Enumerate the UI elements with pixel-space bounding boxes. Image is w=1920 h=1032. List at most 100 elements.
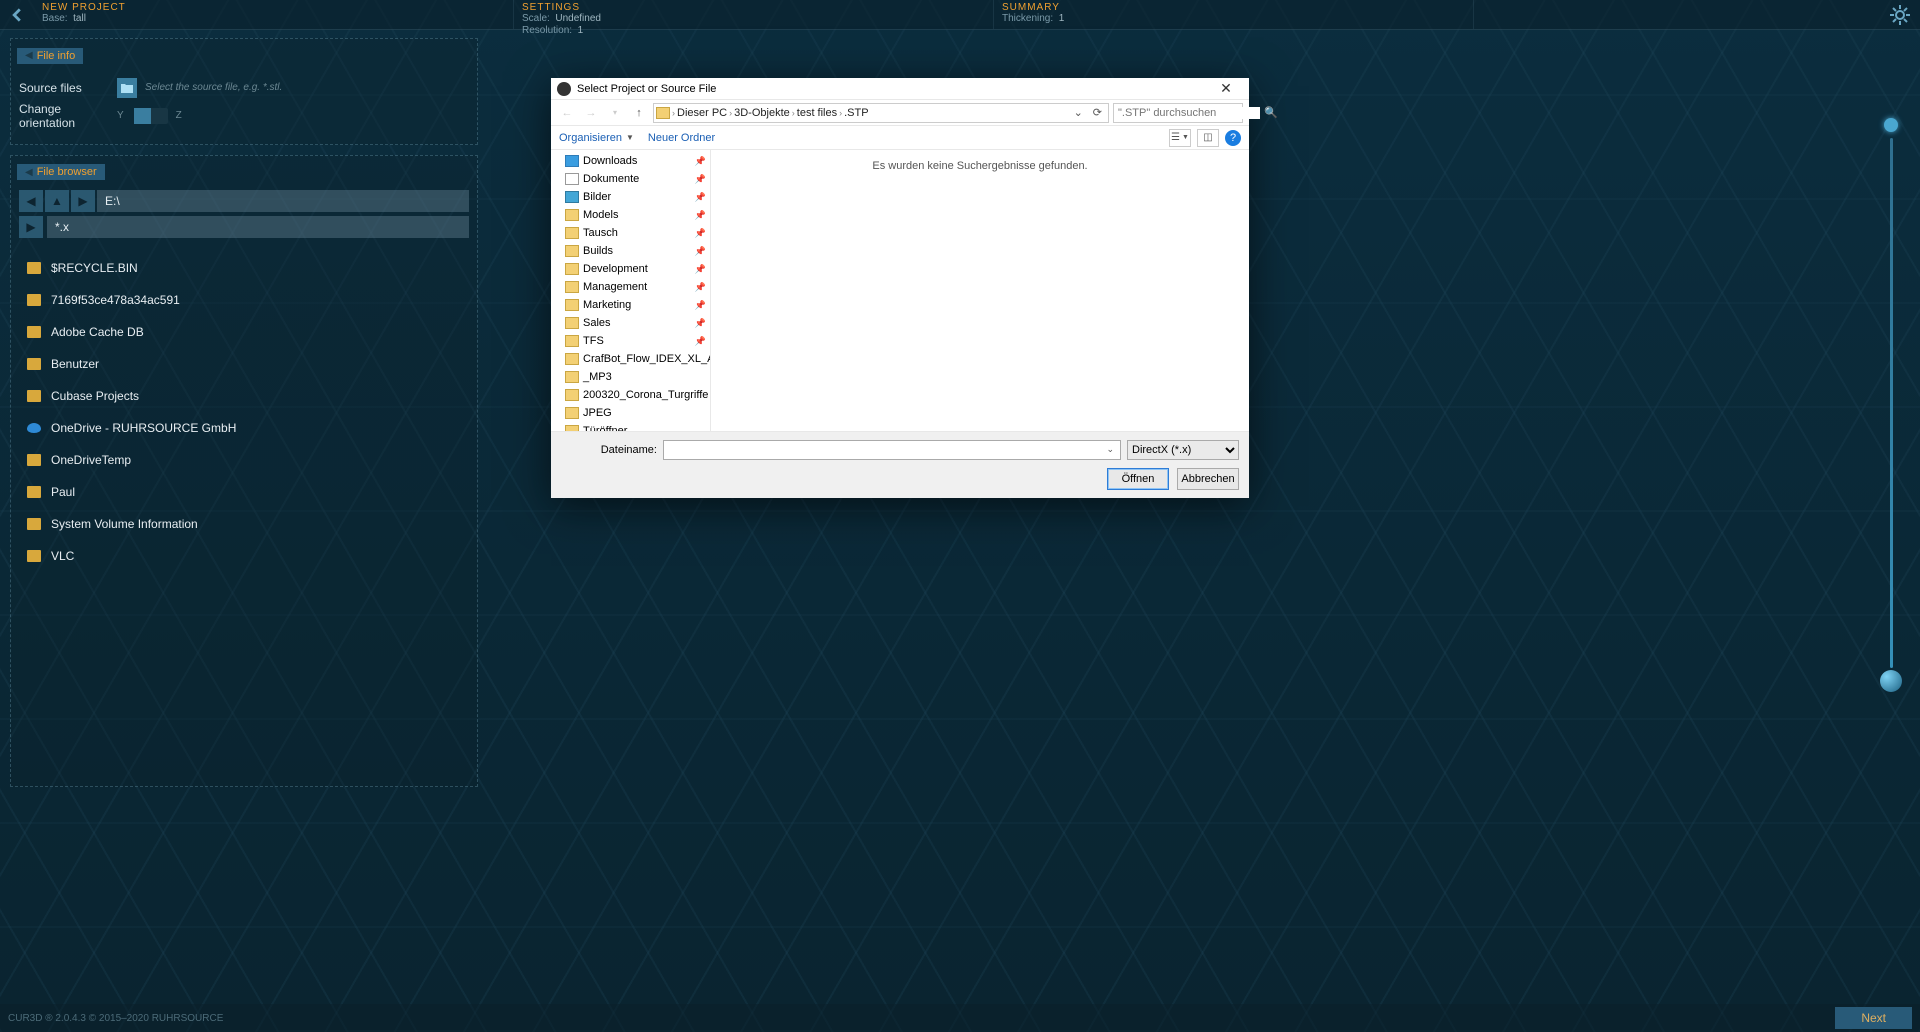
tree-node[interactable]: JPEG	[551, 404, 710, 422]
view-mode-button[interactable]: ☰▼	[1169, 129, 1191, 147]
pin-icon: 📌	[695, 318, 706, 329]
breadcrumb-dropdown[interactable]: ⌄	[1070, 106, 1087, 119]
chevron-right-icon: ›	[839, 108, 842, 118]
file-view-area[interactable]: Es wurden keine Suchergebnisse gefunden.	[711, 150, 1249, 431]
list-item[interactable]: VLC	[27, 540, 465, 572]
chevron-left-icon: ◀	[25, 167, 33, 178]
breadcrumb-item[interactable]: test files	[797, 107, 837, 119]
axis-bottom-handle[interactable]	[1880, 670, 1902, 692]
browse-source-button[interactable]	[117, 78, 137, 98]
tree-node[interactable]: Sales📌	[551, 314, 710, 332]
left-column: ◀ File info Source files Select the sour…	[10, 38, 478, 797]
tree-node[interactable]: Bilder📌	[551, 188, 710, 206]
version-label: CUR3D ® 2.0.4.3 © 2015–2020 RUHRSOURCE	[8, 1013, 223, 1024]
help-button[interactable]: ?	[1225, 130, 1241, 146]
file-open-dialog: Select Project or Source File ✕ ← → ▾ ↑ …	[551, 78, 1249, 498]
open-button[interactable]: Öffnen	[1107, 468, 1169, 490]
close-button[interactable]: ✕	[1209, 80, 1243, 97]
file-info-header[interactable]: ◀ File info	[17, 48, 83, 64]
list-item[interactable]: $RECYCLE.BIN	[27, 252, 465, 284]
folder-icon	[27, 454, 41, 466]
tree-node-label: Models	[583, 209, 618, 221]
nav-forward-button[interactable]: ▶	[71, 190, 95, 212]
nav-back-button[interactable]: ◀	[19, 190, 43, 212]
list-item[interactable]: Cubase Projects	[27, 380, 465, 412]
list-item[interactable]: Adobe Cache DB	[27, 316, 465, 348]
tree-node[interactable]: Dokumente📌	[551, 170, 710, 188]
tree-node[interactable]: Builds📌	[551, 242, 710, 260]
list-item[interactable]: Benutzer	[27, 348, 465, 380]
breadcrumb-item[interactable]: .STP	[844, 107, 868, 119]
path-input[interactable]	[97, 190, 469, 212]
tab-new-project[interactable]: NEW PROJECT Base: tall	[34, 0, 514, 29]
dialog-titlebar[interactable]: Select Project or Source File ✕	[551, 78, 1249, 100]
footer-bar: CUR3D ® 2.0.4.3 © 2015–2020 RUHRSOURCE N…	[0, 1004, 1920, 1032]
settings-gear-button[interactable]	[1880, 0, 1920, 29]
filter-go-button[interactable]: ▶	[19, 216, 43, 238]
file-info-panel: ◀ File info Source files Select the sour…	[10, 38, 478, 145]
dialog-title: Select Project or Source File	[577, 83, 1203, 95]
axis-top-handle[interactable]	[1884, 118, 1898, 132]
nav-recent-dropdown[interactable]: ▾	[605, 108, 625, 117]
filter-input[interactable]	[47, 216, 469, 238]
orientation-toggle[interactable]	[134, 108, 168, 124]
tree-node[interactable]: Development📌	[551, 260, 710, 278]
search-input[interactable]	[1118, 107, 1260, 119]
nav-up-button[interactable]: ↑	[629, 107, 649, 119]
tab-summary[interactable]: SUMMARY Thickening: 1	[994, 0, 1474, 29]
list-item[interactable]: 7169f53ce478a34ac591	[27, 284, 465, 316]
search-icon: 🔍	[1264, 106, 1278, 119]
folder-icon	[27, 326, 41, 338]
nav-back-button[interactable]: ←	[557, 107, 577, 119]
breadcrumb-item[interactable]: Dieser PC	[677, 107, 727, 119]
folder-icon	[121, 83, 133, 93]
tree-node[interactable]: Marketing📌	[551, 296, 710, 314]
breadcrumb-bar[interactable]: › Dieser PC › 3D-Objekte › test files › …	[653, 103, 1109, 123]
file-browser-header[interactable]: ◀ File browser	[17, 164, 105, 180]
tab-settings[interactable]: SETTINGS Scale: Undefined Resolution: 1	[514, 0, 994, 29]
filename-input[interactable]	[664, 441, 1104, 459]
folder-tree[interactable]: Downloads📌Dokumente📌Bilder📌Models📌Tausch…	[551, 150, 711, 431]
folder-icon	[27, 262, 41, 274]
preview-pane-button[interactable]: ◫	[1197, 129, 1219, 147]
nav-forward-button[interactable]: →	[581, 107, 601, 119]
new-folder-button[interactable]: Neuer Ordner	[648, 132, 715, 144]
list-item-label: $RECYCLE.BIN	[51, 261, 138, 275]
pin-icon: 📌	[695, 282, 706, 293]
folder-icon	[565, 227, 579, 239]
organize-menu[interactable]: Organisieren▼	[559, 132, 634, 144]
list-item[interactable]: Paul	[27, 476, 465, 508]
file-type-filter[interactable]: DirectX (*.x)	[1127, 440, 1239, 460]
filename-combo[interactable]: ⌄	[663, 440, 1121, 460]
list-item[interactable]: System Volume Information	[27, 508, 465, 540]
list-item-label: Cubase Projects	[51, 389, 139, 403]
nav-up-button[interactable]: ▲	[45, 190, 69, 212]
tree-node[interactable]: Türöffner	[551, 422, 710, 431]
tree-node[interactable]: _MP3	[551, 368, 710, 386]
tree-node[interactable]: Models📌	[551, 206, 710, 224]
refresh-button[interactable]: ⟳	[1089, 106, 1106, 119]
search-box[interactable]: 🔍	[1113, 103, 1243, 123]
folder-icon	[656, 107, 670, 119]
axis-widget	[1880, 118, 1902, 692]
tree-node-label: CrafBot_Flow_IDEX_XL_AME	[583, 353, 711, 365]
folder-icon	[27, 518, 41, 530]
back-button[interactable]	[0, 0, 34, 29]
tree-node[interactable]: Tausch📌	[551, 224, 710, 242]
pin-icon: 📌	[695, 300, 706, 311]
list-item[interactable]: OneDrive - RUHRSOURCE GmbH	[27, 412, 465, 444]
cancel-button[interactable]: Abbrechen	[1177, 468, 1239, 490]
tree-node[interactable]: CrafBot_Flow_IDEX_XL_AME📌	[551, 350, 710, 368]
tree-node[interactable]: Management📌	[551, 278, 710, 296]
list-item-label: VLC	[51, 549, 74, 563]
tree-node[interactable]: TFS📌	[551, 332, 710, 350]
breadcrumb-item[interactable]: 3D-Objekte	[734, 107, 790, 119]
axis-track[interactable]	[1890, 138, 1893, 668]
chevron-down-icon[interactable]: ⌄	[1102, 444, 1118, 455]
tree-node-label: 200320_Corona_Turgriffe	[583, 389, 708, 401]
folder-icon	[27, 390, 41, 402]
tree-node[interactable]: Downloads📌	[551, 152, 710, 170]
tree-node[interactable]: 200320_Corona_Turgriffe	[551, 386, 710, 404]
next-button[interactable]: Next	[1835, 1007, 1912, 1029]
list-item[interactable]: OneDriveTemp	[27, 444, 465, 476]
